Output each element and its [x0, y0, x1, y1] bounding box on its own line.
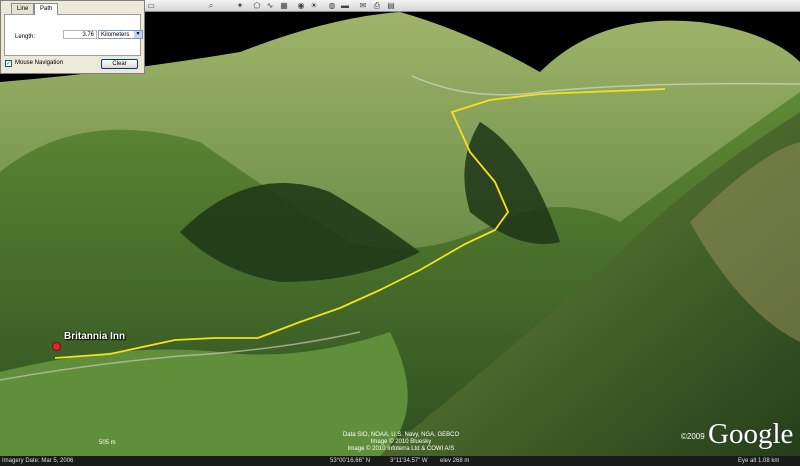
clear-button[interactable]: Clear [101, 59, 138, 69]
mouse-navigation-checkbox[interactable]: ✓ Mouse Navigation [5, 60, 64, 67]
sunlight-icon[interactable]: ☀ [309, 1, 319, 10]
tab-line[interactable]: Line [11, 3, 35, 14]
latitude-readout: 53°00'16.66" N [330, 458, 371, 464]
ruler-panel: Length: 3.76 Kilometers ▼ [4, 14, 143, 56]
hide-sidebar-icon[interactable]: ▭ [146, 1, 156, 10]
placemark-label[interactable]: Britannia Inn [64, 331, 125, 342]
eye-altitude-readout: Eye alt 1.08 km [738, 458, 780, 464]
ruler-dialog: Line Path Length: 3.76 Kilometers ▼ ✓ Mo… [0, 0, 145, 74]
longitude-readout: 3°11'34.57" W [390, 458, 428, 464]
imagery-date: Imagery Date: Mar 5, 2006 [2, 458, 74, 464]
ruler-icon[interactable]: ▬ [340, 1, 350, 10]
tour-icon[interactable]: ◉ [296, 1, 306, 10]
copyright-text: ©2009 [681, 432, 705, 441]
unit-select[interactable]: Kilometers ▼ [98, 30, 143, 39]
scale-legend: 505 m [99, 440, 116, 446]
chevron-down-icon[interactable]: ▼ [134, 31, 142, 38]
email-icon[interactable]: ✉ [358, 1, 368, 10]
credit-line: Image © 2010 Infoterra Ltd & COWI A/S [347, 446, 455, 452]
credit-line: Image © 2010 Bluesky [370, 439, 432, 445]
length-value: 3.76 [63, 30, 97, 39]
print-icon[interactable]: ⎙ [372, 1, 382, 10]
unit-select-value: Kilometers [101, 32, 130, 38]
search-icon[interactable]: ⌕ [206, 1, 216, 10]
elevation-readout: elev 268 m [440, 458, 470, 464]
status-bar: Imagery Date: Mar 5, 2006 53°00'16.66" N… [0, 456, 800, 466]
google-logo: Google [708, 418, 794, 450]
save-image-icon[interactable]: ▤ [386, 1, 396, 10]
overlay-icon[interactable]: ▦ [279, 1, 289, 10]
checkbox-check-icon[interactable]: ✓ [5, 60, 12, 67]
length-label: Length: [15, 34, 36, 40]
path-icon[interactable]: ∿ [265, 1, 275, 10]
mouse-navigation-label: Mouse Navigation [15, 60, 64, 66]
polygon-icon[interactable]: ⬠ [252, 1, 262, 10]
tab-path[interactable]: Path [34, 3, 59, 15]
credit-line: Data SIO, NOAA, U.S. Navy, NGA, GEBCO [342, 432, 460, 438]
imagery-credits: Data SIO, NOAA, U.S. Navy, NGA, GEBCO Im… [336, 432, 466, 453]
earth-icon[interactable]: ◍ [327, 1, 337, 10]
placemark-pin-icon[interactable] [52, 342, 61, 351]
terrain-view[interactable] [0, 12, 800, 456]
placemark-icon[interactable]: ✦ [235, 1, 245, 10]
